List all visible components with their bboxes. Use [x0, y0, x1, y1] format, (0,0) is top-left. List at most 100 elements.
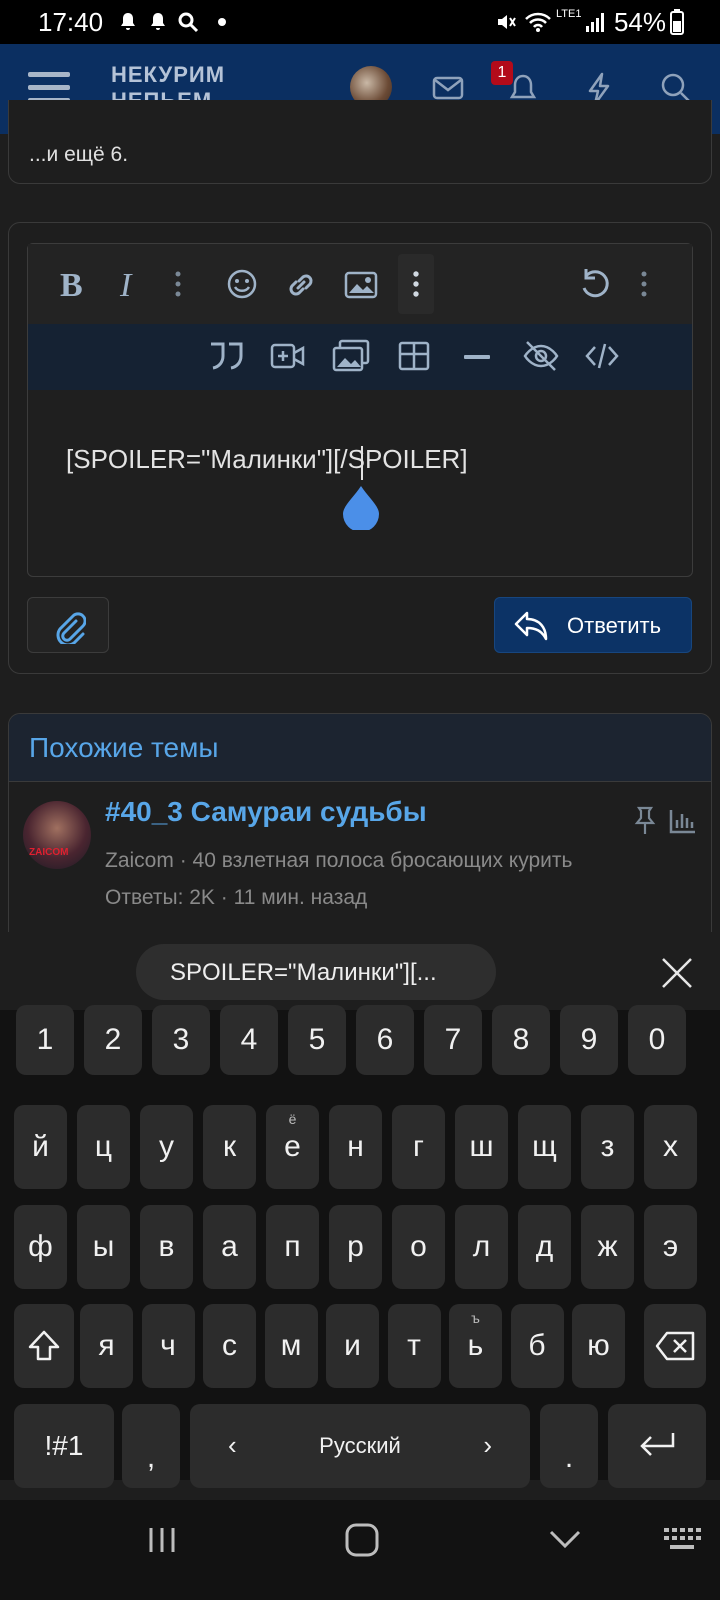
letter-key[interactable]: т: [387, 1304, 441, 1388]
keyboard-switch-icon[interactable]: [662, 1526, 702, 1554]
table-icon[interactable]: [398, 340, 430, 372]
letter-key[interactable]: г: [392, 1105, 445, 1189]
letter-key[interactable]: ч: [141, 1304, 195, 1388]
image-icon[interactable]: [344, 270, 378, 300]
comma-key[interactable]: ,: [122, 1404, 180, 1488]
smiley-icon[interactable]: [226, 268, 258, 300]
number-key[interactable]: 4: [220, 1005, 278, 1075]
key-label: л: [472, 1230, 491, 1263]
key-label: ф: [28, 1230, 53, 1263]
letter-key[interactable]: з: [581, 1105, 634, 1189]
letter-key[interactable]: я: [80, 1304, 133, 1388]
video-icon[interactable]: [270, 342, 306, 370]
key-label: й: [32, 1130, 49, 1163]
horizontal-rule-icon[interactable]: [464, 354, 490, 360]
letter-key[interactable]: д: [518, 1205, 571, 1289]
gallery-icon[interactable]: [332, 338, 372, 374]
thread-forum[interactable]: 40 взлетная полоса бросающих курить: [193, 849, 573, 872]
code-icon[interactable]: [584, 340, 620, 372]
key-label: о: [410, 1230, 427, 1263]
key-label: я: [98, 1329, 115, 1362]
dot-icon: [218, 18, 226, 26]
letter-key[interactable]: ьъ: [449, 1304, 502, 1388]
number-key[interactable]: 8: [492, 1005, 550, 1075]
letter-key[interactable]: ы: [77, 1205, 130, 1289]
italic-icon[interactable]: I: [114, 264, 146, 304]
number-key[interactable]: 5: [288, 1005, 346, 1075]
thread-author[interactable]: Zaicom: [105, 849, 174, 872]
space-bar[interactable]: ‹ Русский ›: [190, 1404, 530, 1488]
number-key[interactable]: 7: [424, 1005, 482, 1075]
recent-apps-icon[interactable]: [146, 1524, 178, 1556]
keyboard-suggestion-bar: SPOILER="Малинки"][...: [0, 932, 720, 1010]
shift-key[interactable]: [14, 1304, 74, 1388]
letter-key[interactable]: а: [203, 1205, 256, 1289]
screen: 17:40 LTE1 54% НЕКУРИМ НЕПЬЕМ... 1 ...и …: [0, 0, 720, 1600]
letter-key[interactable]: и: [326, 1304, 379, 1388]
letter-key[interactable]: её: [266, 1105, 319, 1189]
mail-icon[interactable]: [432, 74, 464, 102]
clipboard-suggestion-chip[interactable]: SPOILER="Малинки"][...: [136, 944, 496, 1000]
keyboard: 1234567890 йцукеёнгшщзх фывапро лджэ ячсм…: [0, 1005, 720, 1488]
number-key[interactable]: 2: [84, 1005, 142, 1075]
number-key[interactable]: 6: [356, 1005, 414, 1075]
language-next-icon: ›: [483, 1430, 492, 1460]
close-icon[interactable]: [660, 956, 694, 990]
letter-key[interactable]: э: [644, 1205, 697, 1289]
letter-key[interactable]: ж: [581, 1205, 634, 1289]
thread-title[interactable]: #40_3 Самураи судьбы: [105, 796, 427, 828]
bold-icon[interactable]: B: [56, 264, 88, 304]
backspace-icon: [655, 1331, 695, 1361]
undo-icon[interactable]: [578, 266, 612, 300]
letter-key[interactable]: у: [140, 1105, 193, 1189]
thread-author-avatar[interactable]: ZAICOM: [23, 801, 91, 869]
reply-button[interactable]: Ответить: [494, 597, 692, 653]
more-link[interactable]: ...и ещё 6.: [29, 143, 128, 167]
letter-key[interactable]: о: [392, 1205, 445, 1289]
status-time: 17:40: [38, 7, 104, 37]
home-icon[interactable]: [344, 1522, 380, 1558]
enter-key[interactable]: [608, 1404, 706, 1488]
number-key[interactable]: 1: [16, 1005, 74, 1075]
shift-icon: [28, 1330, 60, 1361]
battery-level: 54%: [613, 7, 666, 37]
key-label: 2: [104, 1023, 122, 1056]
suggestion-text: SPOILER="Малинки"][...: [170, 959, 437, 986]
cursor-handle-icon[interactable]: [341, 484, 381, 530]
letter-key[interactable]: р: [329, 1205, 382, 1289]
status-bar: 17:40 LTE1 54%: [0, 0, 720, 44]
hide-keyboard-icon[interactable]: [548, 1528, 582, 1550]
more-options-icon[interactable]: [172, 268, 184, 300]
letter-key[interactable]: ф: [14, 1205, 67, 1289]
more-options-icon[interactable]: [638, 268, 650, 300]
letter-key[interactable]: л: [455, 1205, 508, 1289]
link-icon[interactable]: [284, 268, 318, 302]
letter-key[interactable]: м: [264, 1304, 318, 1388]
period-key[interactable]: .: [540, 1404, 598, 1488]
notification-bell-icon: [121, 13, 135, 30]
letter-key[interactable]: ю: [572, 1304, 625, 1388]
letter-key[interactable]: п: [266, 1205, 319, 1289]
number-key[interactable]: 9: [560, 1005, 618, 1075]
letter-key[interactable]: щ: [518, 1105, 571, 1189]
reply-label: Ответить: [567, 613, 662, 638]
backspace-key[interactable]: [644, 1304, 706, 1388]
letter-key[interactable]: й: [14, 1105, 67, 1189]
letter-key[interactable]: х: [644, 1105, 697, 1189]
attach-files-button[interactable]: [27, 597, 109, 653]
language-label: Русский: [319, 1433, 401, 1458]
more-options-icon[interactable]: [410, 268, 422, 300]
number-key[interactable]: 3: [152, 1005, 210, 1075]
number-key[interactable]: 0: [628, 1005, 686, 1075]
letter-key[interactable]: ц: [77, 1105, 130, 1189]
letter-key[interactable]: б: [510, 1304, 564, 1388]
letter-key[interactable]: в: [140, 1205, 193, 1289]
spoiler-hide-icon[interactable]: [522, 338, 560, 374]
quote-icon[interactable]: [208, 340, 244, 372]
letter-key[interactable]: к: [203, 1105, 256, 1189]
letter-key[interactable]: н: [329, 1105, 382, 1189]
letter-key[interactable]: ш: [455, 1105, 508, 1189]
editor-text[interactable]: [SPOILER="Малинки"][/SPOILER]: [66, 444, 468, 475]
letter-key[interactable]: с: [203, 1304, 256, 1388]
symbols-key[interactable]: !#1: [14, 1404, 114, 1488]
